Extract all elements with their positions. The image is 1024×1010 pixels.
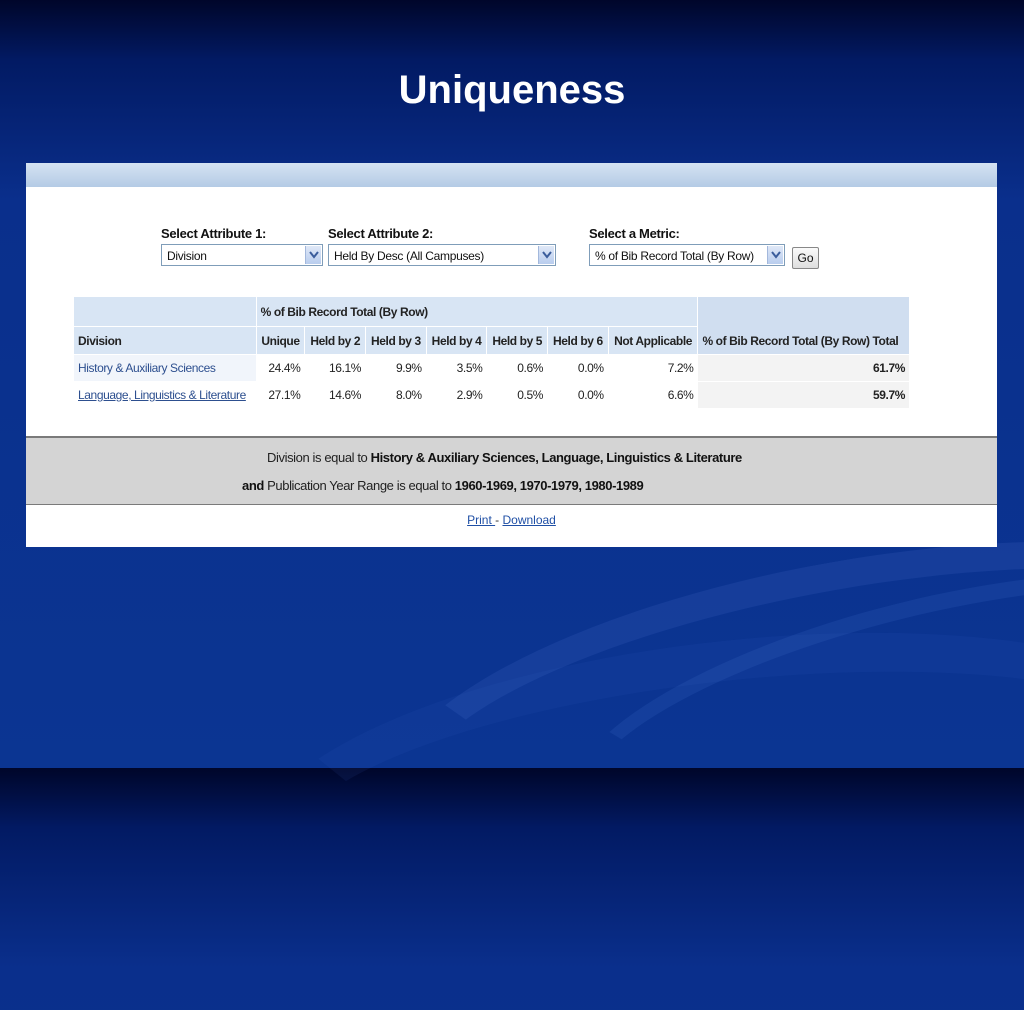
- chevron-down-icon[interactable]: [538, 246, 554, 264]
- filter-year-value: 1960-1969, 1970-1979, 1980-1989: [454, 478, 644, 493]
- column-header-unique[interactable]: Unique: [255, 326, 306, 355]
- slide-title: Uniqueness: [398, 68, 626, 112]
- column-header-held-by-2[interactable]: Held by 2: [304, 326, 367, 355]
- go-button[interactable]: Go: [792, 247, 819, 269]
- filter-division-prefix: Division is equal to: [267, 450, 371, 465]
- background-swoosh: [235, 589, 1024, 1010]
- value-cell: 27.1%: [255, 381, 306, 409]
- total-header-cell: % of Bib Record Total (By Row) Total: [697, 296, 910, 355]
- print-link[interactable]: Print: [467, 513, 495, 527]
- total-header: % of Bib Record Total (By Row) Total: [702, 334, 899, 348]
- division-column-header[interactable]: Division: [73, 326, 257, 355]
- filter-year-prefix: Publication Year Range is equal to: [263, 478, 455, 493]
- value-cell: 0.5%: [486, 381, 549, 409]
- header-blank-cell: [73, 296, 257, 327]
- column-header-not-applicable[interactable]: Not Applicable: [607, 326, 699, 355]
- filter-line-year: and Publication Year Range is equal to 1…: [242, 478, 644, 493]
- value-cell: 0.0%: [547, 354, 609, 382]
- attribute-2-group: Select Attribute 2: Held By Desc (All Ca…: [328, 226, 556, 266]
- attribute-2-label: Select Attribute 2:: [328, 226, 434, 241]
- attribute-1-group: Select Attribute 1: Division: [161, 226, 323, 266]
- table-row: Language, Linguistics & Literature 27.1%…: [73, 381, 910, 409]
- division-cell[interactable]: Language, Linguistics & Literature: [73, 381, 257, 409]
- value-cell: 7.2%: [607, 354, 699, 382]
- background-swoosh: [359, 479, 1024, 957]
- table-row: History & Auxiliary Sciences 24.4% 16.1%…: [73, 354, 910, 382]
- filter-summary: Division is equal to History & Auxiliary…: [26, 436, 997, 505]
- value-cell: 16.1%: [304, 354, 367, 382]
- report-panel: Select Attribute 1: Division Select Attr…: [26, 163, 997, 547]
- attribute-1-value: Division: [167, 249, 207, 263]
- value-cell: 8.0%: [365, 381, 427, 409]
- results-table: % of Bib Record Total (By Row) % of Bib …: [73, 296, 910, 409]
- attribute-1-select[interactable]: Division: [161, 244, 323, 266]
- column-header-held-by-5[interactable]: Held by 5: [486, 326, 549, 355]
- export-links: Print - Download: [26, 513, 997, 527]
- value-cell: 2.9%: [425, 381, 488, 409]
- column-header-held-by-3[interactable]: Held by 3: [365, 326, 427, 355]
- filter-and-label: and: [242, 478, 264, 493]
- value-cell: 0.0%: [547, 381, 609, 409]
- row-total-cell: 61.7%: [697, 354, 910, 382]
- column-header-held-by-6[interactable]: Held by 6: [547, 326, 609, 355]
- filter-division-value: History & Auxiliary Sciences, Language, …: [370, 450, 743, 465]
- attribute-2-value: Held By Desc (All Campuses): [334, 249, 484, 263]
- attribute-1-label: Select Attribute 1:: [161, 226, 267, 241]
- metric-group: Select a Metric: % of Bib Record Total (…: [589, 226, 785, 266]
- table-group-header-row: % of Bib Record Total (By Row) % of Bib …: [73, 296, 910, 355]
- value-cell: 24.4%: [255, 354, 306, 382]
- panel-top-bar: [26, 163, 997, 187]
- value-cell: 3.5%: [425, 354, 488, 382]
- value-cell: 14.6%: [304, 381, 367, 409]
- metric-value: % of Bib Record Total (By Row): [595, 249, 754, 263]
- column-header-held-by-4[interactable]: Held by 4: [425, 326, 488, 355]
- background-swoosh: [542, 514, 1024, 918]
- download-link[interactable]: Download: [502, 513, 555, 527]
- value-cell: 6.6%: [607, 381, 699, 409]
- chevron-down-icon[interactable]: [305, 246, 321, 264]
- chevron-down-icon[interactable]: [767, 246, 783, 264]
- value-cell: 0.6%: [486, 354, 549, 382]
- filter-line-division: Division is equal to History & Auxiliary…: [267, 450, 742, 465]
- metric-select[interactable]: % of Bib Record Total (By Row): [589, 244, 785, 266]
- metric-group-header: % of Bib Record Total (By Row): [255, 296, 699, 327]
- metric-label: Select a Metric:: [589, 226, 680, 241]
- row-total-cell: 59.7%: [697, 381, 910, 409]
- value-cell: 9.9%: [365, 354, 427, 382]
- attribute-2-select[interactable]: Held By Desc (All Campuses): [328, 244, 556, 266]
- division-cell[interactable]: History & Auxiliary Sciences: [73, 354, 257, 382]
